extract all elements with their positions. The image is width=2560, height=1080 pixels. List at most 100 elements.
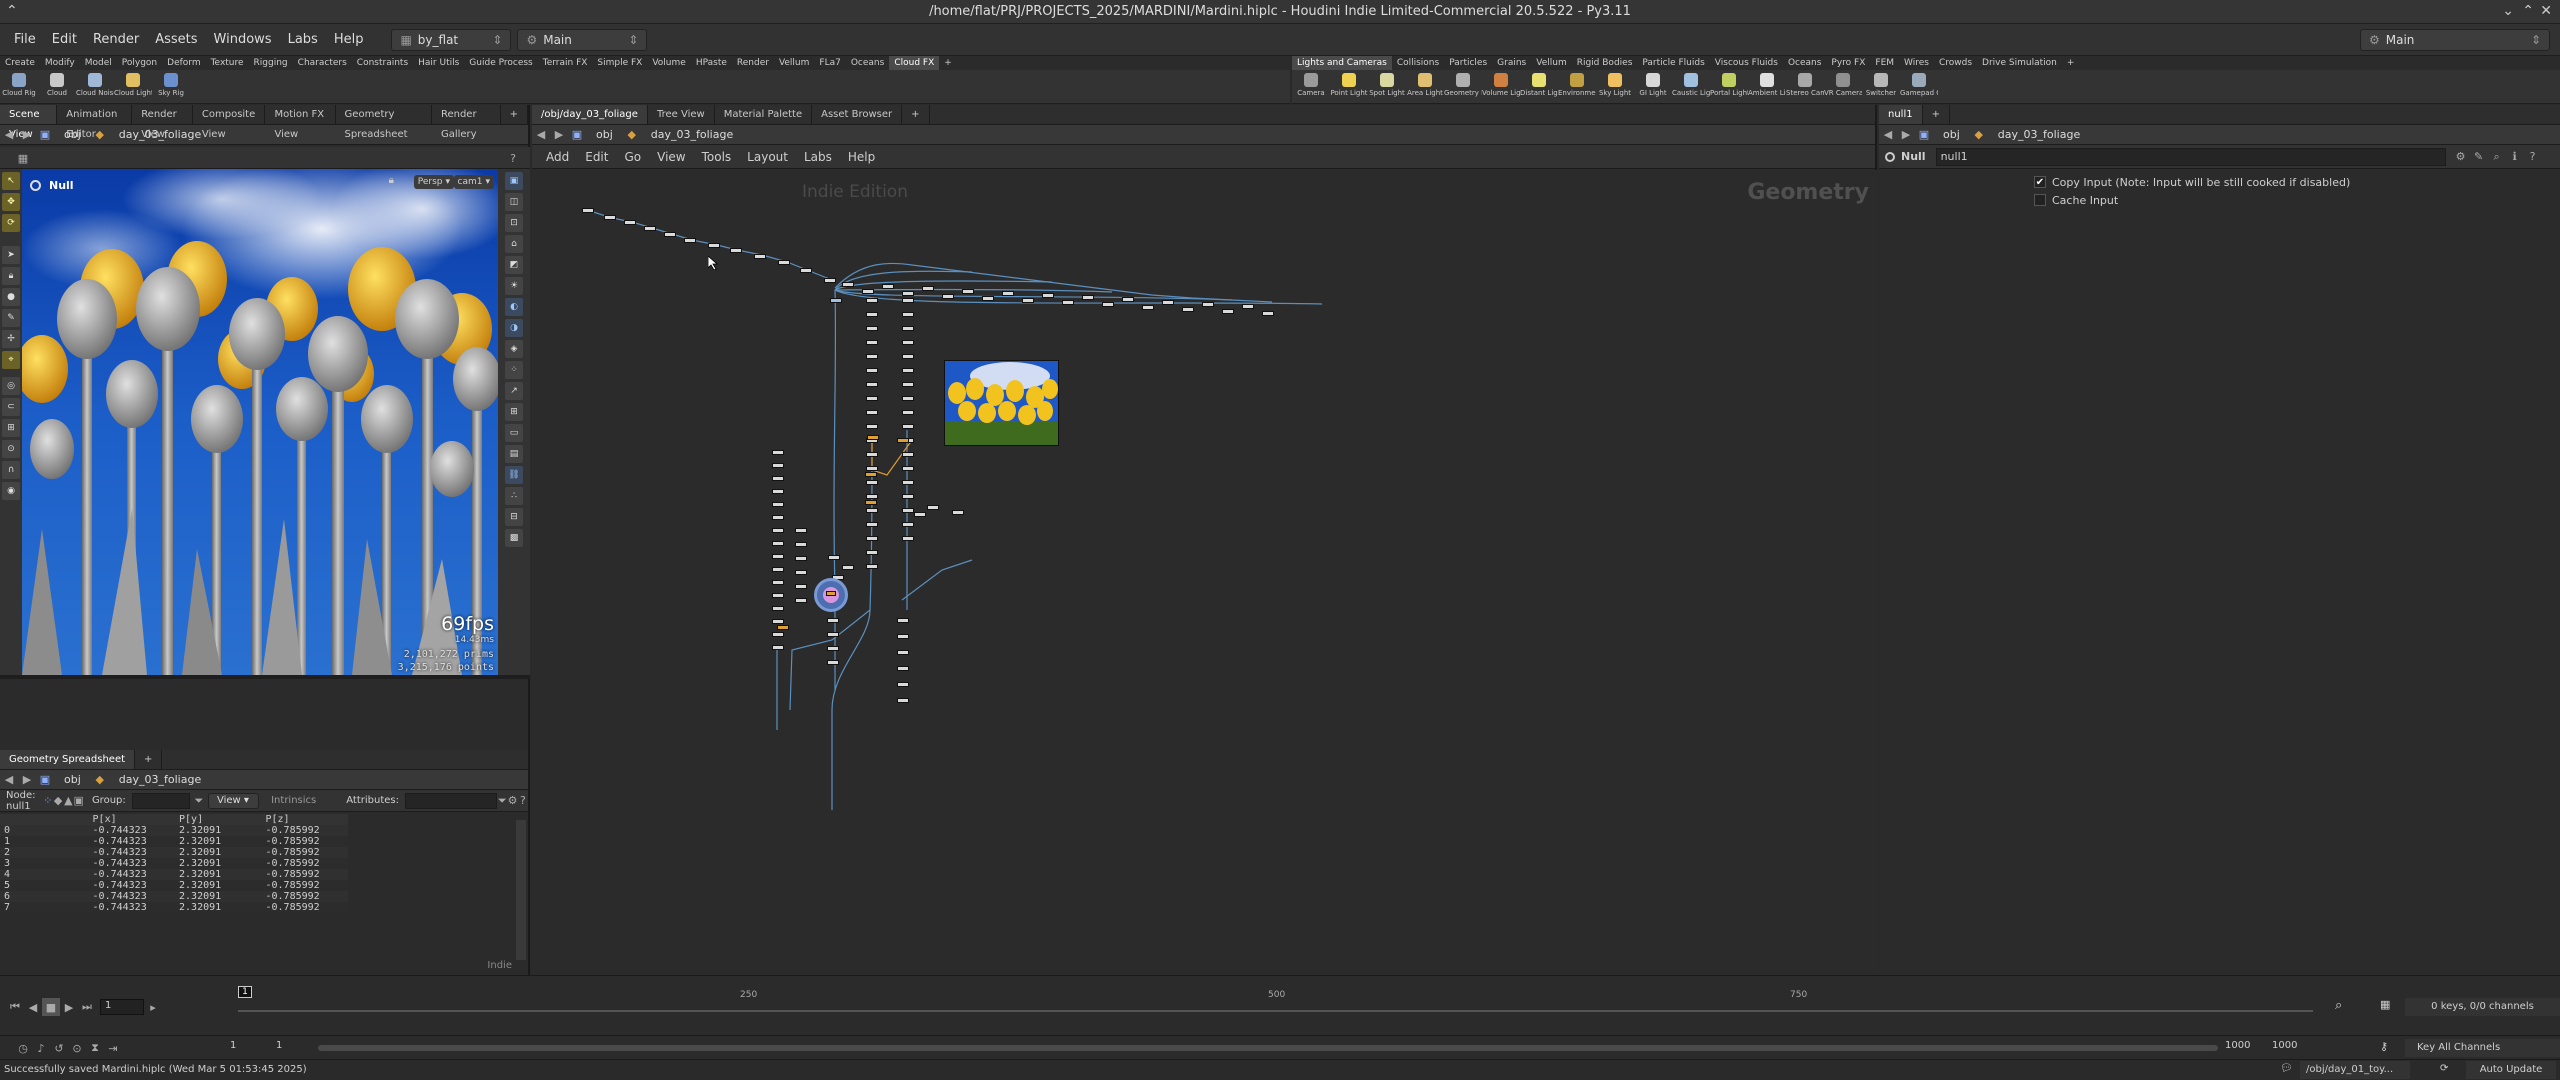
network-node[interactable] <box>866 480 878 485</box>
network-node[interactable] <box>866 354 878 359</box>
range-icon[interactable]: ⇥ <box>104 1039 122 1057</box>
key-all-channels-select[interactable]: Key All Channels <box>2405 1039 2560 1057</box>
network-node[interactable] <box>897 666 909 671</box>
shelf-tool-sky-light[interactable]: Sky Light <box>1596 73 1634 97</box>
sync-icon[interactable]: ⊙ <box>68 1039 86 1057</box>
shelf-tab-hair-utils[interactable]: Hair Utils <box>413 56 464 70</box>
network-menu-help[interactable]: Help <box>840 150 883 164</box>
shelf-tool-sky-rig[interactable]: Sky Rig <box>152 73 190 97</box>
shelf-tab-pyro-fx[interactable]: Pyro FX <box>1826 56 1870 70</box>
shelf-tab-polygon[interactable]: Polygon <box>117 56 162 70</box>
tab-material-palette[interactable]: Material Palette <box>715 105 813 124</box>
network-node[interactable] <box>902 368 914 373</box>
shelf-tab-modify[interactable]: Modify <box>40 56 80 70</box>
range-start[interactable]: 1 <box>230 1040 236 1051</box>
network-node[interactable] <box>897 698 909 703</box>
network-node[interactable] <box>982 296 994 301</box>
frame-icon[interactable]: ◩ <box>505 256 523 274</box>
shelf-tab-rigging[interactable]: Rigging <box>249 56 293 70</box>
column-header[interactable]: P[x] <box>88 814 176 825</box>
network-node[interactable] <box>866 452 878 457</box>
handle-icon[interactable]: ✢ <box>2 330 20 348</box>
network-node[interactable] <box>902 396 914 401</box>
menu-help[interactable]: Help <box>326 24 372 56</box>
spreadsheet-scrollbar[interactable] <box>516 820 526 960</box>
shelf-tab-vellum[interactable]: Vellum <box>774 56 814 70</box>
network-node[interactable] <box>604 215 616 220</box>
network-node[interactable] <box>772 515 784 520</box>
tab-geometry-spreadsheet[interactable]: Geometry Spreadsheet <box>0 750 136 769</box>
network-node[interactable] <box>1102 302 1114 307</box>
network-node[interactable] <box>865 472 877 477</box>
shelf-tab-cloud-fx[interactable]: Cloud FX <box>889 56 940 70</box>
status-chat-icon[interactable]: 💬︎ <box>2280 1063 2293 1074</box>
path-root[interactable]: obj <box>54 128 91 141</box>
path-node[interactable]: day_03_foliage <box>641 128 743 141</box>
tab-composite-view[interactable]: Composite View <box>193 105 266 140</box>
network-node[interactable] <box>1242 304 1254 309</box>
network-node[interactable] <box>772 489 784 494</box>
network-node[interactable] <box>902 326 914 331</box>
network-node[interactable] <box>866 424 878 429</box>
particles-icon[interactable]: ∴ <box>505 487 523 505</box>
jump-end-icon[interactable]: ⏭ <box>78 998 96 1016</box>
network-node[interactable] <box>866 326 878 331</box>
intrinsics-dropdown[interactable]: Intrinsics <box>271 795 316 806</box>
step-frame-icon[interactable]: ▸ <box>144 998 162 1016</box>
menu-assets[interactable]: Assets <box>147 24 205 56</box>
shelf-tab-viscous-fluids[interactable]: Viscous Fluids <box>1710 56 1783 70</box>
network-node[interactable] <box>708 243 720 248</box>
network-node[interactable] <box>866 410 878 415</box>
network-node[interactable] <box>897 618 909 623</box>
shelf-tab-wires[interactable]: Wires <box>1899 56 1934 70</box>
shelf-tab-deform[interactable]: Deform <box>162 56 205 70</box>
network-node[interactable] <box>902 424 914 429</box>
network-node[interactable] <box>1162 300 1174 305</box>
shelf-tool-spot-light[interactable]: Spot Light <box>1368 73 1406 97</box>
network-node[interactable] <box>827 646 839 651</box>
network-node[interactable] <box>1222 309 1234 314</box>
network-node[interactable] <box>902 508 914 513</box>
shelf-tab-grains[interactable]: Grains <box>1492 56 1531 70</box>
network-node[interactable] <box>772 619 784 624</box>
node-name-field[interactable]: null1 <box>1935 147 2446 166</box>
network-node[interactable] <box>902 291 914 296</box>
shelf-tool-caustic-light[interactable]: Caustic Light <box>1672 73 1710 97</box>
primitives-mode-icon[interactable]: ▲ <box>63 792 73 810</box>
network-node[interactable] <box>795 542 807 547</box>
lock-icon[interactable]: 🔒︎ <box>2 267 20 285</box>
wireframe-icon[interactable]: ◫ <box>505 193 523 211</box>
network-node[interactable] <box>795 528 807 533</box>
network-node[interactable] <box>1122 297 1134 302</box>
realtime-icon[interactable]: ◷ <box>14 1039 32 1057</box>
tab-null1[interactable]: null1 <box>1879 105 1923 124</box>
info-icon[interactable]: ℹ <box>2506 148 2524 166</box>
network-node[interactable] <box>902 312 914 317</box>
network-node[interactable] <box>1262 311 1274 316</box>
shelf-tab-render[interactable]: Render <box>732 56 774 70</box>
network-menu-tools[interactable]: Tools <box>694 150 740 164</box>
light-icon[interactable]: ☀ <box>505 277 523 295</box>
network-node[interactable] <box>842 282 854 287</box>
shelf-tool-gi-light[interactable]: GI Light <box>1634 73 1672 97</box>
network-node[interactable] <box>772 450 784 455</box>
help-icon[interactable]: ? <box>518 792 528 810</box>
network-node[interactable] <box>952 510 964 515</box>
audio-icon[interactable]: ▦ <box>2380 998 2390 1011</box>
view-select[interactable]: View ▾ <box>208 792 260 809</box>
network-node[interactable] <box>800 268 812 273</box>
network-node[interactable] <box>902 536 914 541</box>
menu-windows[interactable]: Windows <box>206 24 280 56</box>
tab-asset-browser[interactable]: Asset Browser <box>812 105 903 124</box>
forward-icon[interactable]: ▶ <box>1897 126 1915 144</box>
tab-render-view[interactable]: Render View <box>132 105 193 140</box>
network-node[interactable] <box>664 232 676 237</box>
keyframe-icon[interactable]: ⌕ <box>2335 998 2342 1013</box>
uv-icon[interactable]: ⊞ <box>505 403 523 421</box>
shelf-tool-cloud-noise[interactable]: Cloud Noise <box>76 73 114 97</box>
network-node[interactable] <box>1022 298 1034 303</box>
network-node[interactable] <box>922 286 934 291</box>
shelf-tab-volume[interactable]: Volume <box>647 56 690 70</box>
null1-node[interactable] <box>814 578 848 612</box>
network-node[interactable] <box>942 294 954 299</box>
